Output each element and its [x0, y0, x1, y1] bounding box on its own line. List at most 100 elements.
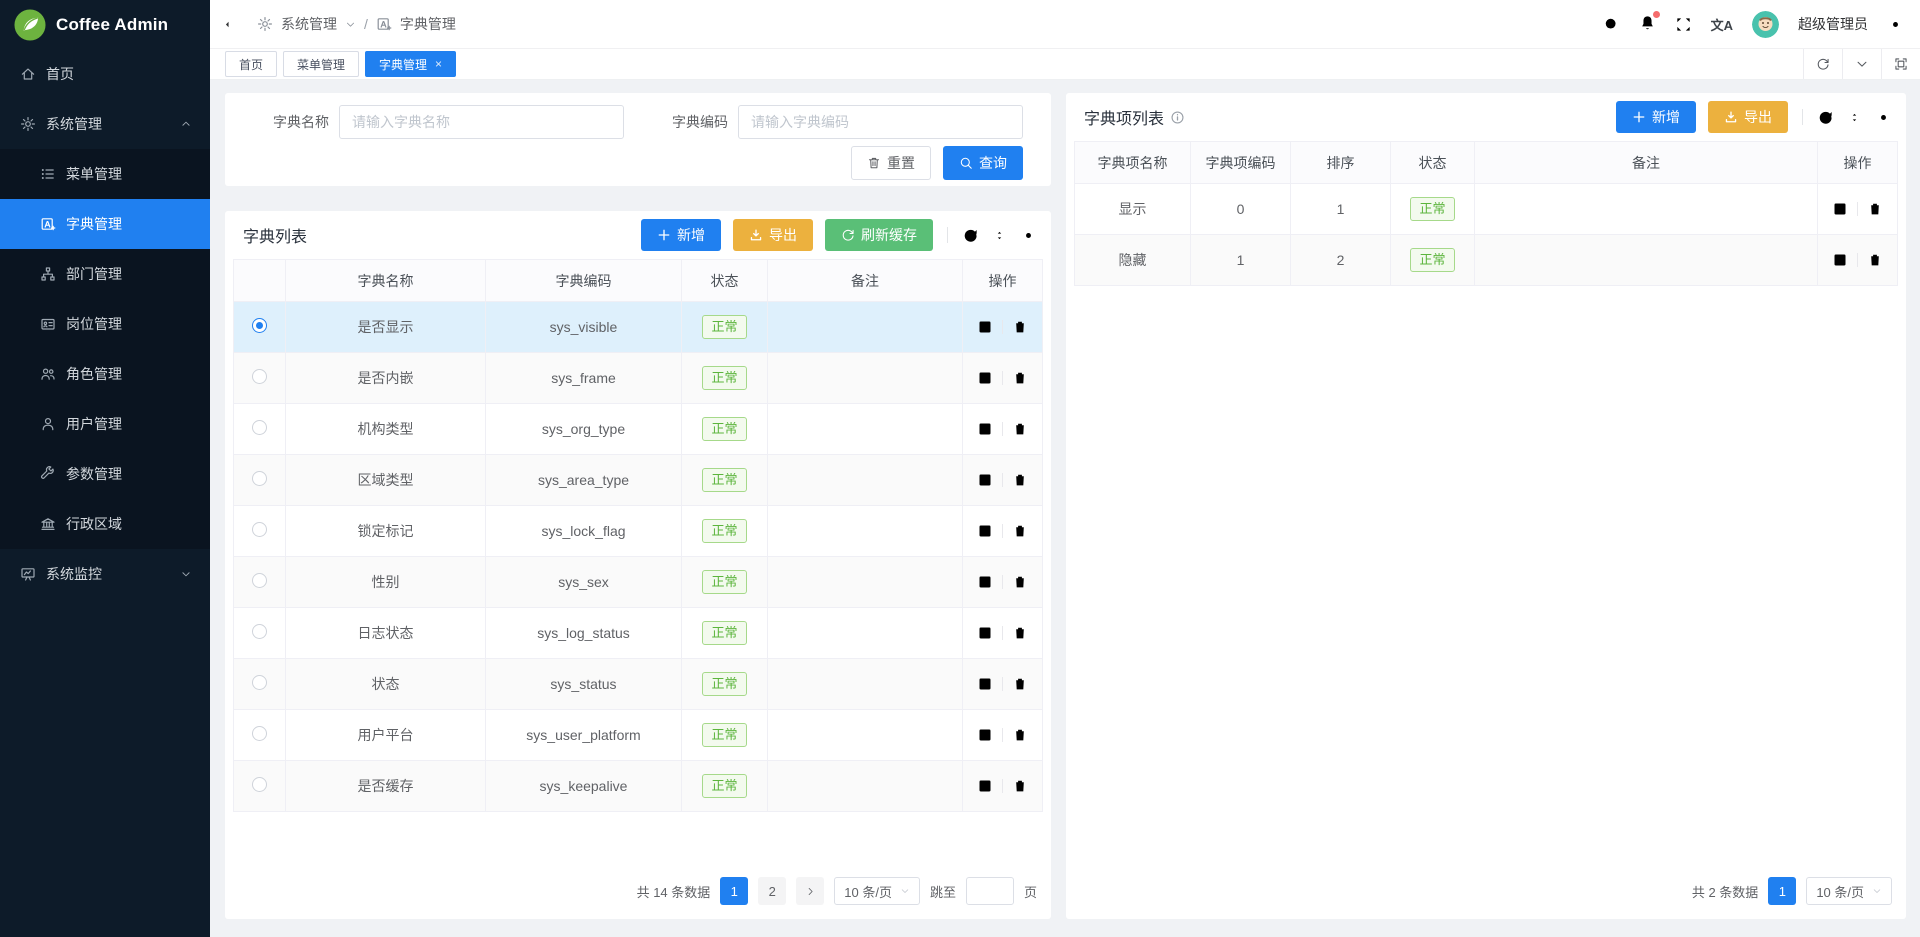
reload-table-icon[interactable]: [1817, 109, 1834, 126]
sidebar-item-monitor[interactable]: 系统监控: [0, 549, 210, 599]
edit-icon[interactable]: [977, 574, 993, 590]
page-size-select[interactable]: 10 条/页: [1806, 877, 1892, 905]
search-icon[interactable]: [1603, 16, 1620, 33]
delete-icon[interactable]: [1012, 574, 1028, 590]
sidebar-item-region[interactable]: 行政区域: [0, 499, 210, 549]
sidebar-item-role-mgmt[interactable]: 角色管理: [0, 349, 210, 399]
edit-icon[interactable]: [977, 778, 993, 794]
delete-icon[interactable]: [1012, 370, 1028, 386]
add-dict-button[interactable]: 新增: [641, 219, 721, 251]
table-row[interactable]: 机构类型 sys_org_type 正常: [234, 404, 1043, 455]
table-row[interactable]: 日志状态 sys_log_status 正常: [234, 608, 1043, 659]
table-row[interactable]: 隐藏 1 2 正常: [1075, 235, 1898, 286]
jump-page-input[interactable]: [966, 877, 1014, 905]
sidebar-item-user-mgmt[interactable]: 用户管理: [0, 399, 210, 449]
row-radio[interactable]: [252, 318, 267, 333]
edit-icon[interactable]: [977, 727, 993, 743]
sidebar-item-system[interactable]: 系统管理: [0, 99, 210, 149]
sidebar-item-post-mgmt[interactable]: 岗位管理: [0, 299, 210, 349]
row-radio[interactable]: [252, 573, 267, 588]
row-radio[interactable]: [252, 471, 267, 486]
query-button[interactable]: 查询: [943, 146, 1023, 180]
row-height-icon[interactable]: [1846, 109, 1863, 126]
delete-icon[interactable]: [1867, 252, 1883, 268]
chevron-right-icon: [805, 886, 816, 897]
edit-icon[interactable]: [1832, 201, 1848, 217]
table-settings-icon[interactable]: [1875, 109, 1892, 126]
table-row[interactable]: 用户平台 sys_user_platform 正常: [234, 710, 1043, 761]
app-logo[interactable]: Coffee Admin: [0, 0, 210, 49]
tab-options-button[interactable]: [1842, 49, 1881, 79]
fullscreen-icon[interactable]: [1675, 16, 1692, 33]
dict-code-input[interactable]: [738, 105, 1023, 139]
row-radio[interactable]: [252, 675, 267, 690]
tab-menu-mgmt[interactable]: 菜单管理: [283, 51, 359, 77]
table-row[interactable]: 状态 sys_status 正常: [234, 659, 1043, 710]
sidebar-item-home[interactable]: 首页: [0, 49, 210, 99]
sidebar-item-dept-mgmt[interactable]: 部门管理: [0, 249, 210, 299]
row-radio[interactable]: [252, 726, 267, 741]
table-row[interactable]: 锁定标记 sys_lock_flag 正常: [234, 506, 1043, 557]
delete-icon[interactable]: [1867, 201, 1883, 217]
edit-icon[interactable]: [977, 370, 993, 386]
settings-gear-icon[interactable]: [1887, 16, 1904, 33]
col-item-name: 字典项名称: [1075, 142, 1191, 184]
row-height-icon[interactable]: [991, 227, 1008, 244]
add-dict-item-button[interactable]: 新增: [1616, 101, 1696, 133]
row-radio[interactable]: [252, 522, 267, 537]
collapse-sidebar-icon[interactable]: [224, 16, 241, 33]
delete-icon[interactable]: [1012, 625, 1028, 641]
delete-icon[interactable]: [1012, 676, 1028, 692]
notifications-button[interactable]: [1639, 14, 1656, 34]
reload-table-icon[interactable]: [962, 227, 979, 244]
sidebar-item-param-mgmt[interactable]: 参数管理: [0, 449, 210, 499]
edit-icon[interactable]: [977, 472, 993, 488]
table-row[interactable]: 区域类型 sys_area_type 正常: [234, 455, 1043, 506]
row-radio[interactable]: [252, 420, 267, 435]
language-icon[interactable]: 文A: [1711, 15, 1733, 34]
dict-name-input[interactable]: [339, 105, 624, 139]
close-tab-icon[interactable]: ×: [435, 58, 442, 70]
edit-icon[interactable]: [977, 421, 993, 437]
reset-button[interactable]: 重置: [851, 146, 931, 180]
refresh-page-button[interactable]: [1803, 49, 1842, 79]
page-button-1[interactable]: 1: [720, 877, 748, 905]
tab-home[interactable]: 首页: [225, 51, 277, 77]
delete-icon[interactable]: [1012, 319, 1028, 335]
sidebar-item-label: 角色管理: [66, 364, 122, 384]
avatar[interactable]: [1752, 11, 1779, 38]
sidebar-item-dict-mgmt[interactable]: 字典管理: [0, 199, 210, 249]
export-dict-items-button[interactable]: 导出: [1708, 101, 1788, 133]
refresh-cache-button[interactable]: 刷新缓存: [825, 219, 933, 251]
table-row[interactable]: 是否内嵌 sys_frame 正常: [234, 353, 1043, 404]
edit-icon[interactable]: [977, 676, 993, 692]
export-dict-button[interactable]: 导出: [733, 219, 813, 251]
page-size-select[interactable]: 10 条/页: [834, 877, 920, 905]
table-row[interactable]: 是否缓存 sys_keepalive 正常: [234, 761, 1043, 812]
delete-icon[interactable]: [1012, 727, 1028, 743]
delete-icon[interactable]: [1012, 778, 1028, 794]
edit-icon[interactable]: [1832, 252, 1848, 268]
edit-icon[interactable]: [977, 319, 993, 335]
row-radio[interactable]: [252, 777, 267, 792]
edit-icon[interactable]: [977, 523, 993, 539]
info-icon: [1170, 110, 1185, 125]
table-row[interactable]: 显示 0 1 正常: [1075, 184, 1898, 235]
row-radio[interactable]: [252, 369, 267, 384]
delete-icon[interactable]: [1012, 523, 1028, 539]
table-row[interactable]: 性别 sys_sex 正常: [234, 557, 1043, 608]
next-page-button[interactable]: [796, 877, 824, 905]
page-button-2[interactable]: 2: [758, 877, 786, 905]
page-button-1[interactable]: 1: [1768, 877, 1796, 905]
table-row[interactable]: 是否显示 sys_visible 正常: [234, 302, 1043, 353]
sidebar-item-menu-mgmt[interactable]: 菜单管理: [0, 149, 210, 199]
delete-icon[interactable]: [1012, 472, 1028, 488]
current-user-name[interactable]: 超级管理员: [1798, 14, 1868, 34]
breadcrumb-group[interactable]: 系统管理: [281, 14, 337, 34]
tab-dict-mgmt[interactable]: 字典管理 ×: [365, 51, 456, 77]
edit-icon[interactable]: [977, 625, 993, 641]
table-settings-icon[interactable]: [1020, 227, 1037, 244]
row-radio[interactable]: [252, 624, 267, 639]
delete-icon[interactable]: [1012, 421, 1028, 437]
content-fullscreen-button[interactable]: [1881, 49, 1920, 79]
